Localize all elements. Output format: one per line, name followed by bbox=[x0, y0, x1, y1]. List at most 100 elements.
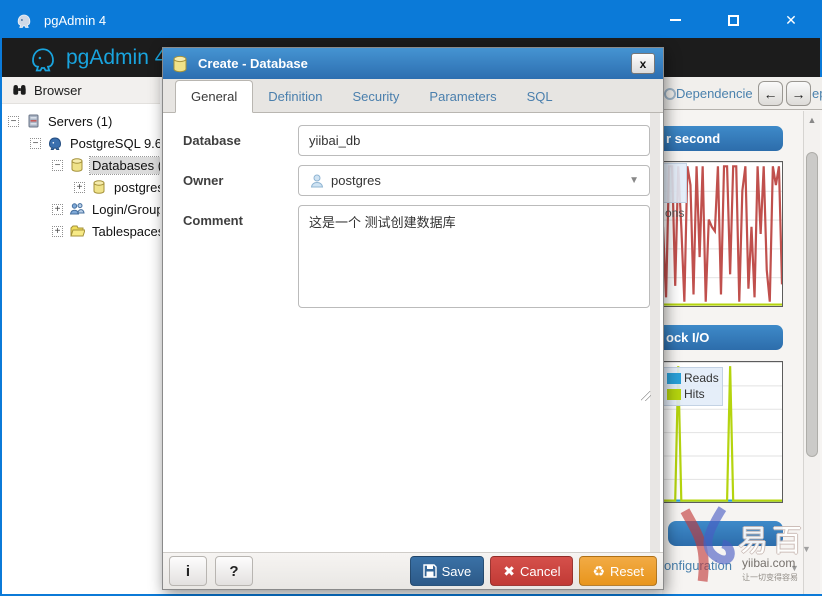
browser-panel-header: Browser bbox=[2, 77, 160, 104]
dashboard-panel: Dependencie ← → ep r second ons ock I/O … bbox=[662, 77, 822, 594]
tab-dependents[interactable]: ep bbox=[812, 86, 822, 101]
minimize-icon bbox=[670, 19, 681, 21]
dialog-close-button[interactable]: x bbox=[631, 53, 655, 74]
tree-item-label: Databases ( bbox=[90, 157, 160, 174]
cancel-x-icon: ✖ bbox=[503, 564, 515, 578]
user-icon bbox=[309, 173, 325, 189]
maximize-icon bbox=[728, 15, 739, 26]
tab-dependencies[interactable]: Dependencie bbox=[676, 86, 753, 101]
collapse-minus-icon[interactable]: − bbox=[30, 138, 41, 149]
arrow-left-icon: ← bbox=[764, 86, 778, 102]
database-label: Database bbox=[183, 125, 298, 156]
tree-item-postgres-db[interactable]: + postgres bbox=[2, 176, 160, 198]
tree-item-label: Login/Group bbox=[90, 201, 160, 218]
tab-definition[interactable]: Definition bbox=[253, 81, 337, 112]
minimize-button[interactable] bbox=[646, 2, 704, 38]
create-database-dialog: Create - Database x GeneralDefinitionSec… bbox=[162, 47, 664, 590]
brand-title: pgAdmin 4 bbox=[66, 46, 166, 70]
collapse-minus-icon[interactable]: − bbox=[52, 160, 63, 171]
hits-swatch bbox=[667, 389, 681, 400]
dialog-title: Create - Database bbox=[198, 56, 308, 71]
expand-plus-icon[interactable]: + bbox=[52, 204, 63, 215]
object-browser-tree: −Servers (1)−PostgreSQL 9.6−Databases (+… bbox=[2, 104, 160, 242]
owner-selected-value: postgres bbox=[331, 173, 381, 188]
expand-plus-icon[interactable]: + bbox=[74, 182, 85, 193]
statistics-tab-icon bbox=[664, 88, 676, 100]
arrow-right-icon: → bbox=[792, 86, 806, 102]
group-icon bbox=[69, 201, 85, 217]
tree-item-label: Tablespaces bbox=[90, 223, 160, 240]
tab-general[interactable]: General bbox=[175, 80, 253, 113]
save-button-label: Save bbox=[442, 564, 472, 579]
maximize-button[interactable] bbox=[704, 2, 762, 38]
database-cylinder-icon bbox=[171, 55, 189, 73]
pgadmin-logo-icon bbox=[28, 43, 58, 73]
dialog-titlebar[interactable]: Create - Database x bbox=[163, 48, 663, 79]
transactions-chart-header: r second bbox=[662, 126, 783, 151]
recycle-icon: ♻ bbox=[592, 564, 605, 578]
database-icon bbox=[69, 157, 85, 173]
scroll-tabs-right-button[interactable]: → bbox=[786, 81, 811, 106]
caret-down-icon: ▼ bbox=[790, 563, 799, 573]
tab-sql[interactable]: SQL bbox=[512, 81, 568, 112]
collapse-minus-icon[interactable]: − bbox=[8, 116, 19, 127]
server-config-header bbox=[668, 521, 783, 546]
tree-item-label: postgres bbox=[112, 179, 160, 196]
tree-item-databases[interactable]: − Databases ( bbox=[2, 154, 160, 176]
expand-plus-icon[interactable]: + bbox=[52, 226, 63, 237]
scrollbar-thumb[interactable] bbox=[806, 152, 818, 457]
block-io-chart-header: ock I/O bbox=[662, 325, 783, 350]
dialog-scroll-gutter bbox=[650, 113, 660, 553]
floppy-disk-icon bbox=[423, 564, 437, 578]
browser-panel-title: Browser bbox=[34, 83, 82, 98]
close-icon: ✕ bbox=[785, 13, 797, 27]
tab-security[interactable]: Security bbox=[337, 81, 414, 112]
tree-item-postgresql-96[interactable]: − PostgreSQL 9.6 bbox=[2, 132, 160, 154]
properties-tab-bar: Dependencie ← → ep bbox=[662, 77, 822, 110]
scroll-up-arrow-icon[interactable]: ▲ bbox=[804, 115, 820, 125]
postgres-elephant-icon bbox=[47, 135, 63, 151]
transactions-per-second-chart: ons bbox=[662, 161, 783, 307]
block-io-chart-title: ock I/O bbox=[666, 330, 709, 345]
window-title: pgAdmin 4 bbox=[44, 13, 106, 28]
dialog-footer: i ? Save ✖ Cancel ♻ Reset bbox=[163, 552, 663, 589]
tablespace-icon bbox=[69, 223, 85, 239]
owner-label: Owner bbox=[183, 165, 298, 196]
pgadmin-elephant-icon bbox=[14, 10, 34, 30]
transactions-chart-title: r second bbox=[666, 131, 720, 146]
dialog-body: Database Owner postgres ▼ Comment 这是一个 测… bbox=[163, 113, 663, 553]
help-button[interactable]: ? bbox=[215, 556, 253, 586]
pgadmin-brand: pgAdmin 4 bbox=[28, 43, 166, 73]
block-io-legend: Reads Hits bbox=[662, 367, 723, 406]
scroll-tabs-left-button[interactable]: ← bbox=[758, 81, 783, 106]
tree-item-tablespaces[interactable]: + Tablespaces bbox=[2, 220, 160, 242]
transactions-legend-label: ons bbox=[665, 206, 684, 220]
tree-item-label: PostgreSQL 9.6 bbox=[68, 135, 160, 152]
tab-parameters[interactable]: Parameters bbox=[414, 81, 511, 112]
transactions-legend bbox=[662, 163, 687, 203]
reads-swatch bbox=[667, 373, 681, 384]
comment-label: Comment bbox=[183, 205, 298, 308]
reset-button[interactable]: ♻ Reset bbox=[579, 556, 657, 586]
server-configuration-link[interactable]: onfiguration bbox=[664, 558, 732, 573]
database-name-input[interactable] bbox=[298, 125, 650, 156]
close-window-button[interactable]: ✕ bbox=[762, 2, 820, 38]
sql-info-button[interactable]: i bbox=[169, 556, 207, 586]
tree-item-login-group-roles[interactable]: + Login/Group bbox=[2, 198, 160, 220]
app-window: pgAdmin 4 ✕ pgAdmin 4 Browser −S bbox=[0, 0, 822, 596]
cancel-button-label: Cancel bbox=[520, 564, 560, 579]
browser-panel: Browser −Servers (1)−PostgreSQL 9.6−Data… bbox=[2, 77, 160, 594]
os-titlebar: pgAdmin 4 ✕ bbox=[2, 2, 820, 38]
block-io-chart: Reads Hits bbox=[662, 361, 783, 503]
comment-textarea[interactable]: 这是一个 测试创建数据库 bbox=[298, 205, 650, 308]
dashboard-scrollbar[interactable]: ▲ bbox=[803, 111, 820, 594]
save-button[interactable]: Save bbox=[410, 556, 485, 586]
dialog-tab-bar: GeneralDefinitionSecurityParametersSQL bbox=[163, 79, 663, 113]
dropdown-caret-icon: ▼ bbox=[629, 175, 639, 186]
reset-button-label: Reset bbox=[610, 564, 644, 579]
cancel-button[interactable]: ✖ Cancel bbox=[490, 556, 573, 586]
hits-legend-label: Hits bbox=[684, 387, 705, 401]
tree-item-servers[interactable]: − Servers (1) bbox=[2, 110, 160, 132]
tree-item-label: Servers (1) bbox=[46, 113, 114, 130]
owner-select[interactable]: postgres ▼ bbox=[298, 165, 650, 196]
